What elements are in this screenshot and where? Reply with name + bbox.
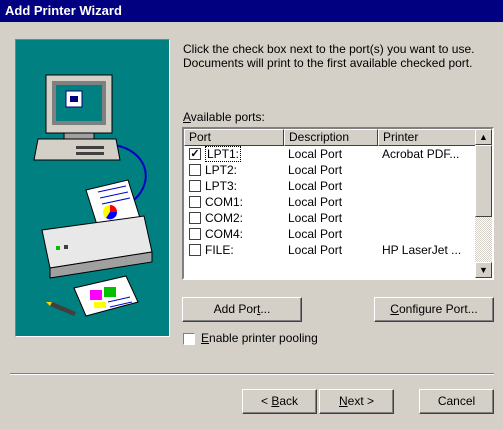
add-printer-wizard-window: Add Printer Wizard Click the check box n… (0, 0, 503, 429)
available-ports-accel: A (183, 110, 191, 124)
configure-port-button[interactable]: Configure Port... (374, 297, 494, 322)
instructions-line-2: Documents will print to the first availa… (183, 56, 473, 70)
instructions-text: Click the check box next to the port(s) … (183, 42, 493, 70)
wizard-illustration (15, 39, 170, 337)
available-ports-label: Available ports: (183, 110, 265, 124)
next-label-accel: N (338, 394, 348, 408)
port-checkbox[interactable] (189, 212, 201, 224)
ports-list-header: Port Description Printer (184, 129, 477, 146)
ports-list-scrollbar[interactable]: ▲ ▼ (475, 129, 492, 278)
pooling-checkbox-box[interactable] (183, 333, 195, 345)
port-checkbox[interactable] (189, 244, 201, 256)
port-checkbox[interactable] (189, 228, 201, 240)
table-row[interactable]: COM2: Local Port (184, 210, 477, 226)
port-cell[interactable]: LPT1: (205, 146, 242, 162)
description-cell: Local Port (288, 163, 343, 177)
scroll-thumb[interactable] (475, 145, 492, 217)
description-cell: Local Port (288, 147, 343, 161)
port-cell[interactable]: FILE: (205, 243, 234, 257)
description-cell: Local Port (288, 195, 343, 209)
next-label-post: ext > (347, 394, 375, 408)
port-cell[interactable]: LPT2: (205, 163, 237, 177)
port-cell[interactable]: COM2: (205, 211, 243, 225)
configure-port-label-post: onfigure Port... (398, 302, 478, 316)
printer-cell: Acrobat PDF... (382, 147, 460, 161)
port-checkbox[interactable] (189, 180, 201, 192)
table-row[interactable]: ✓ LPT1: Local Port Acrobat PDF... (184, 146, 477, 162)
port-checkbox[interactable] (189, 196, 201, 208)
port-cell[interactable]: COM1: (205, 195, 243, 209)
title-bar[interactable]: Add Printer Wizard (0, 0, 503, 22)
configure-port-label-accel: C (390, 302, 399, 316)
ports-list[interactable]: Port Description Printer ✓ LPT1: Local Por… (182, 127, 494, 280)
printer-cell: HP LaserJet ... (382, 243, 462, 257)
available-ports-rest: vailable ports: (190, 110, 265, 124)
table-row[interactable]: FILE: Local Port HP LaserJet ... (184, 242, 477, 258)
table-row[interactable]: COM1: Local Port (184, 194, 477, 210)
instructions-line-1: Click the check box next to the port(s) … (183, 42, 475, 56)
pooling-label-rest: nable printer pooling (209, 331, 318, 345)
scroll-up-icon[interactable]: ▲ (475, 129, 492, 145)
scroll-down-icon[interactable]: ▼ (475, 262, 492, 278)
column-header-printer[interactable]: Printer (378, 129, 477, 146)
add-port-label-pre: Add Por (213, 302, 257, 316)
table-row[interactable]: COM4: Local Port (184, 226, 477, 242)
port-cell[interactable]: COM4: (205, 227, 243, 241)
port-checkbox[interactable]: ✓ (189, 148, 201, 160)
next-button[interactable]: Next > (319, 389, 394, 414)
ports-rows: ✓ LPT1: Local Port Acrobat PDF... LPT2: Local… (184, 146, 477, 258)
add-port-label-post: ... (260, 302, 271, 316)
description-cell: Local Port (288, 243, 343, 257)
footer-separator (10, 373, 494, 375)
description-cell: Local Port (288, 211, 343, 225)
back-button[interactable]: < Back (242, 389, 317, 414)
back-label-pre: < (260, 394, 272, 408)
description-cell: Local Port (288, 179, 343, 193)
cancel-button[interactable]: Cancel (419, 389, 494, 414)
pooling-label[interactable]: Enable printer pooling (201, 331, 318, 345)
description-cell: Local Port (288, 227, 343, 241)
add-port-button[interactable]: Add Port... (182, 297, 302, 322)
column-header-port[interactable]: Port (184, 129, 284, 146)
table-row[interactable]: LPT2: Local Port (184, 162, 477, 178)
port-checkbox[interactable] (189, 164, 201, 176)
port-cell[interactable]: LPT3: (205, 179, 237, 193)
column-header-description[interactable]: Description (284, 129, 378, 146)
back-label-post: ack (279, 394, 299, 408)
table-row[interactable]: LPT3: Local Port (184, 178, 477, 194)
cancel-label: Cancel (437, 394, 476, 408)
pooling-label-accel: E (201, 331, 210, 345)
